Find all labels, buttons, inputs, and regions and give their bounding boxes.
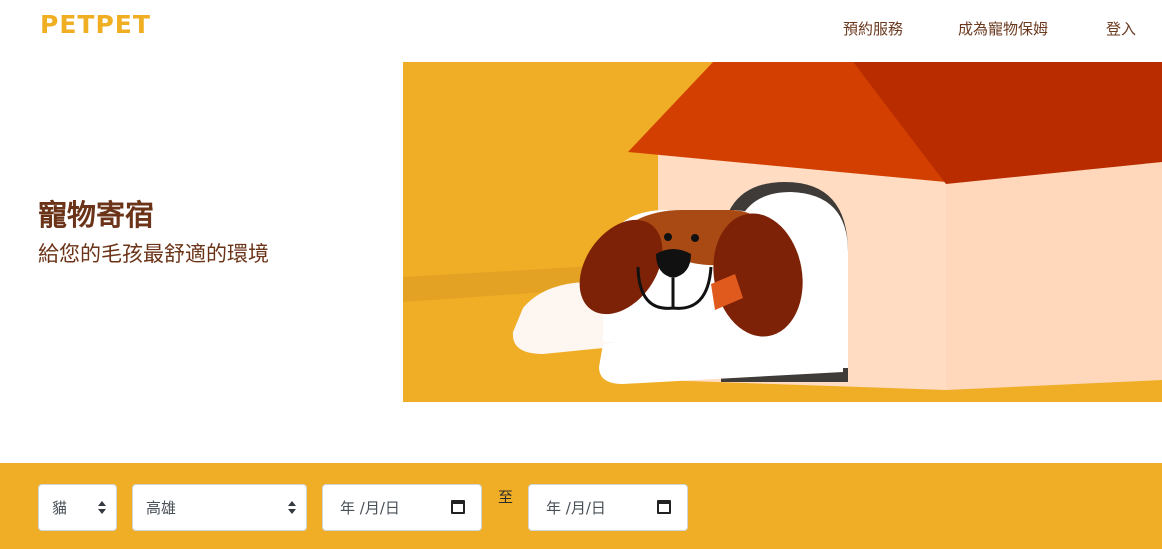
brand-logo[interactable]: PETPET	[40, 10, 151, 39]
calendar-icon[interactable]	[451, 500, 465, 514]
city-select[interactable]: 高雄	[132, 484, 307, 531]
search-bar: 貓 高雄 年 /月/日 年 /月/日	[0, 463, 1162, 549]
end-date-input[interactable]: 年 /月/日	[528, 484, 688, 531]
calendar-icon[interactable]	[657, 500, 671, 514]
date-range-separator: 至	[498, 488, 514, 506]
hero-illustration	[403, 62, 1162, 402]
hero-title: 寵物寄宿	[38, 198, 155, 232]
start-date-placeholder: 年 /月/日	[340, 499, 400, 517]
pet-type-select[interactable]: 貓	[38, 484, 117, 531]
nav-link-become-sitter[interactable]: 成為寵物保姆	[958, 18, 1048, 39]
pet-type-value: 貓	[52, 499, 68, 517]
end-date-placeholder: 年 /月/日	[546, 499, 606, 517]
start-date-input[interactable]: 年 /月/日	[322, 484, 482, 531]
nav-link-login[interactable]: 登入	[1106, 18, 1136, 39]
chevron-up-down-icon	[288, 501, 296, 515]
city-value: 高雄	[146, 499, 177, 517]
nav-link-booking[interactable]: 預約服務	[843, 18, 903, 39]
navbar: PETPET 預約服務 成為寵物保姆 登入	[0, 0, 1162, 52]
dog-house-illustration	[403, 62, 1162, 402]
hero-subtitle: 給您的毛孩最舒適的環境	[38, 242, 269, 266]
chevron-up-down-icon	[98, 501, 106, 515]
